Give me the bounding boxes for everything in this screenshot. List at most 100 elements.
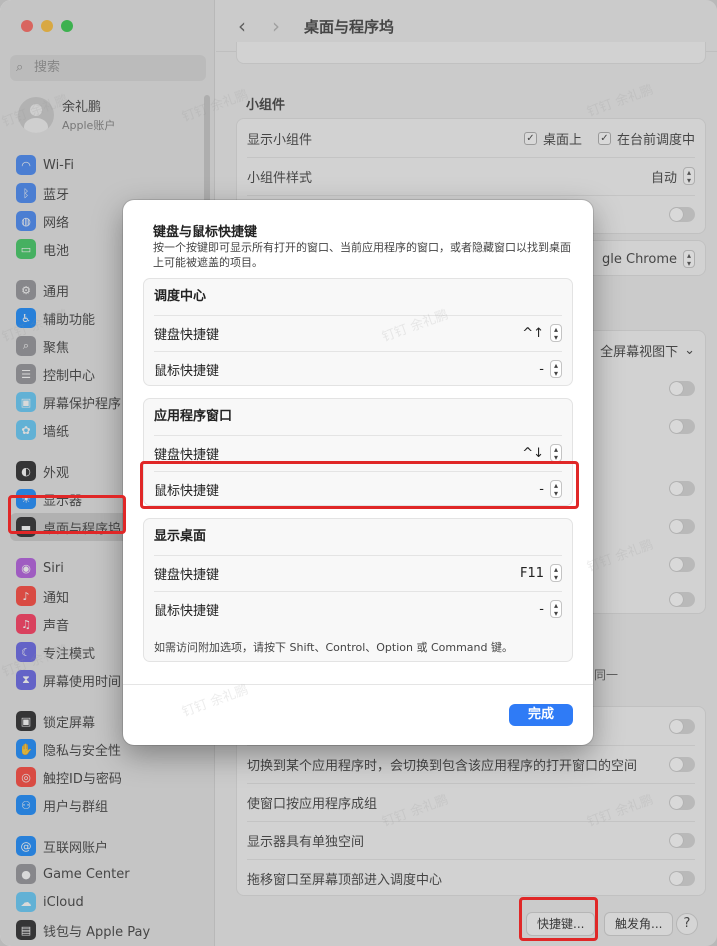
moon-icon: ☾ xyxy=(16,642,36,662)
sidebar-item-label: 通知 xyxy=(43,590,70,606)
toggle[interactable] xyxy=(669,718,695,734)
updown-chevron-icon: ▴ ▾ xyxy=(550,600,562,618)
app-windows-mouse-select[interactable]: - ▴ ▾ xyxy=(539,480,562,498)
search-placeholder: 搜索 xyxy=(34,60,61,75)
app-windows-keyboard-select[interactable]: ^↓ ▴ ▾ xyxy=(522,444,562,462)
lock-icon: ▣ xyxy=(16,711,36,731)
sidebar-item[interactable]: ● Game Center xyxy=(10,860,208,888)
done-button[interactable]: 完成 xyxy=(509,704,573,726)
widget-toggle[interactable] xyxy=(669,206,695,222)
shortcut-value: F11 xyxy=(519,565,544,581)
sidebar-item[interactable]: ▤ 钱包与 Apple Pay xyxy=(10,916,208,944)
desktop-checkbox-label: 桌面上 xyxy=(542,132,582,148)
desktop-checkbox[interactable]: ✓ xyxy=(523,131,537,145)
partial-text: 同一 xyxy=(594,668,619,682)
drag-top-row: 拖移窗口至屏幕顶部进入调度中心 xyxy=(247,859,695,897)
sidebar-item-label: 互联网账户 xyxy=(43,840,109,856)
widgets-section-title: 小组件 xyxy=(246,98,286,113)
mission-control-keyboard-select[interactable]: ^↑ ▴ ▾ xyxy=(522,324,562,342)
chevron-down-icon: ⌄ xyxy=(684,342,695,358)
updown-chevron-icon: ▴ ▾ xyxy=(550,360,562,378)
account-subtitle: Apple账户 xyxy=(62,119,116,132)
sidebar-item[interactable]: ◠ Wi-Fi xyxy=(10,151,208,179)
bluetooth-icon: ᛒ xyxy=(16,183,36,203)
mission-control-mouse-select[interactable]: - ▴ ▾ xyxy=(539,360,562,378)
toggle[interactable] xyxy=(669,480,695,496)
minimize-button[interactable] xyxy=(41,20,53,32)
spotlight-icon: ⌕ xyxy=(16,336,36,356)
fullscreen-select[interactable]: 全屏幕视图下 ⌄ xyxy=(600,341,695,360)
shortcut-value: - xyxy=(539,601,544,617)
toggle[interactable] xyxy=(669,556,695,572)
account-name: 余礼鹏 xyxy=(62,100,102,115)
zoom-button[interactable] xyxy=(61,20,73,32)
close-button[interactable] xyxy=(21,20,33,32)
updown-chevron-icon: ▴ ▾ xyxy=(550,564,562,582)
show-desktop-mouse-select[interactable]: - ▴ ▾ xyxy=(539,600,562,618)
updown-chevron-icon: ▴ ▾ xyxy=(683,167,695,185)
at-icon: @ xyxy=(16,836,36,856)
toggle[interactable] xyxy=(669,418,695,434)
mission-control-keyboard-row: 键盘快捷键 ^↑ ▴ ▾ xyxy=(154,315,562,351)
card-top xyxy=(236,42,706,64)
updown-chevron-icon: ▴ ▾ xyxy=(683,250,695,268)
battery-icon: ▭ xyxy=(16,239,36,259)
hot-corners-button[interactable]: 触发角... xyxy=(604,912,674,936)
toggle[interactable] xyxy=(669,591,695,607)
drag-top-toggle[interactable] xyxy=(669,870,695,886)
settings-window: ⌕ 搜索 余礼鹏 Apple账户 ◠ Wi-Fi ᛒ 蓝牙 ◍ 网络 ▭ 电池 ⚙ 通用 ♿ 辅助功能… xyxy=(0,0,717,946)
switch-space-row: 切换到某个应用程序时，会切换到包含该应用程序的打开窗口的空间 xyxy=(247,745,695,783)
sidebar-item-label: 聚焦 xyxy=(43,340,70,356)
globe-icon: ◍ xyxy=(16,211,36,231)
wifi-icon: ◠ xyxy=(16,155,36,175)
show-desktop-mouse-row: 鼠标快捷键 - ▴ ▾ xyxy=(154,591,562,627)
group-windows-label: 使窗口按应用程序成组 xyxy=(247,796,378,812)
search-input[interactable]: ⌕ 搜索 xyxy=(10,55,206,81)
group-title: 应用程序窗口 xyxy=(154,409,233,424)
wallpaper-icon: ✿ xyxy=(16,420,36,440)
widget-style-label: 小组件样式 xyxy=(247,170,313,186)
app-windows-keyboard-row: 键盘快捷键 ^↓ ▴ ▾ xyxy=(154,435,562,471)
keyboard-shortcut-label: 键盘快捷键 xyxy=(154,567,220,583)
sidebar-item-label: 电池 xyxy=(43,243,70,259)
group-windows-toggle[interactable] xyxy=(669,794,695,810)
drag-top-label: 拖移窗口至屏幕顶部进入调度中心 xyxy=(247,872,443,888)
shortcut-value: ^↓ xyxy=(522,445,544,461)
back-chevron-icon[interactable]: ‹ xyxy=(238,14,246,38)
toggle[interactable] xyxy=(669,380,695,396)
show-widgets-row: 显示小组件 ✓ 桌面上 ✓ 在台前调度中 xyxy=(247,119,695,157)
appearance-icon: ◐ xyxy=(16,461,36,481)
shortcut-value: - xyxy=(539,361,544,377)
stage-checkbox-label: 在台前调度中 xyxy=(616,132,695,148)
mouse-shortcut-label: 鼠标快捷键 xyxy=(154,603,220,619)
mission-control-group: 调度中心 键盘快捷键 ^↑ ▴ ▾ 鼠标快捷键 - ▴ ▾ xyxy=(143,278,573,386)
browser-select[interactable]: gle Chrome ▴ ▾ xyxy=(602,250,695,268)
shortcuts-sheet: 键盘与鼠标快捷键 按一个按键即可显示所有打开的窗口、当前应用程序的窗口，或者隐藏… xyxy=(123,200,593,745)
toggle[interactable] xyxy=(669,518,695,534)
gear-icon: ⚙ xyxy=(16,280,36,300)
sidebar-item[interactable]: ☁ iCloud xyxy=(10,888,208,916)
show-widgets-label: 显示小组件 xyxy=(247,132,313,148)
switch-space-toggle[interactable] xyxy=(669,756,695,772)
show-desktop-keyboard-select[interactable]: F11 ▴ ▾ xyxy=(520,564,562,582)
display-icon: ☀ xyxy=(16,489,36,509)
group-title: 显示桌面 xyxy=(154,529,207,544)
fingerprint-icon: ◎ xyxy=(16,767,36,787)
sidebar-item[interactable]: @ 互联网账户 xyxy=(10,832,208,860)
sidebar-item-label: 屏幕保护程序 xyxy=(43,396,122,412)
control-center-icon: ☰ xyxy=(16,364,36,384)
shortcuts-button[interactable]: 快捷键... xyxy=(526,912,596,936)
sidebar-item[interactable]: ⚇ 用户与群组 xyxy=(10,791,208,819)
help-button[interactable]: ? xyxy=(676,913,698,935)
widget-style-select[interactable]: 自动 ▴ ▾ xyxy=(651,167,695,186)
separate-spaces-toggle[interactable] xyxy=(669,832,695,848)
sidebar-item-label: Wi-Fi xyxy=(43,157,75,173)
account-item[interactable]: 余礼鹏 Apple账户 xyxy=(18,96,115,133)
sidebar-item[interactable]: ◎ 触控ID与密码 xyxy=(10,763,208,791)
updown-chevron-icon: ▴ ▾ xyxy=(550,444,562,462)
widget-style-value: 自动 xyxy=(650,170,677,186)
sidebar-item-label: iCloud xyxy=(43,894,84,910)
hourglass-icon: ⧗ xyxy=(16,670,36,690)
stage-checkbox[interactable]: ✓ xyxy=(597,131,611,145)
forward-chevron-icon[interactable]: › xyxy=(272,14,280,38)
